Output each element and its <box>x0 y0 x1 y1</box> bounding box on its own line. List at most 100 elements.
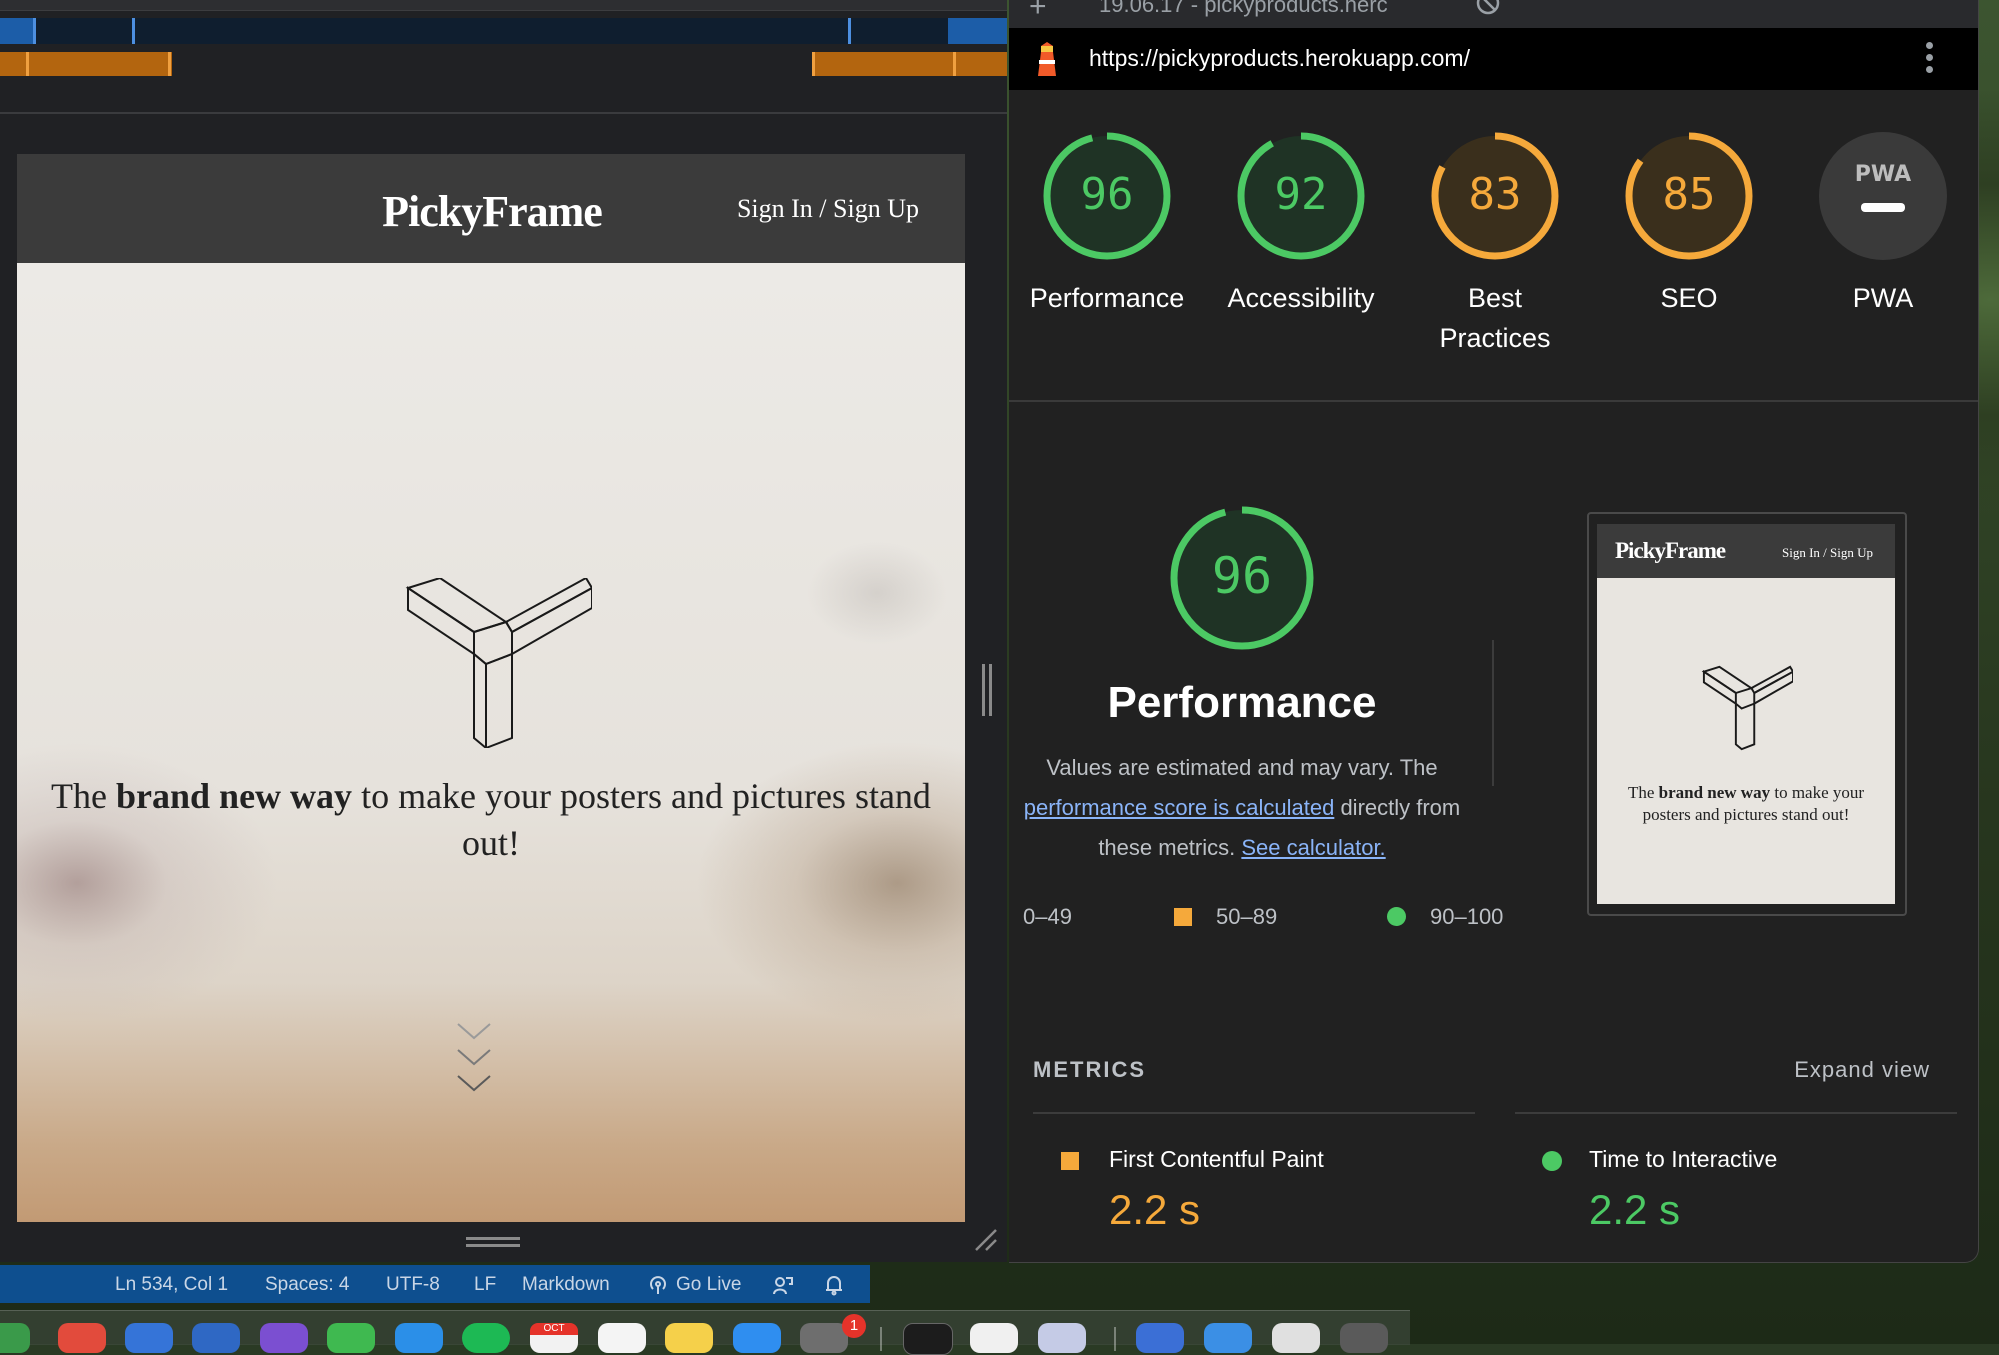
app-icon-slack[interactable] <box>0 1323 30 1353</box>
app-icon-chrome[interactable] <box>58 1323 106 1353</box>
best-practices-gauge[interactable]: 83 <box>1430 131 1560 261</box>
expand-view-toggle[interactable]: Expand view <box>1794 1057 1930 1083</box>
notification-bell-icon[interactable] <box>824 1274 844 1296</box>
hero-tagline: The brand new way to make your posters a… <box>51 776 931 863</box>
final-screenshot[interactable]: PickyFrame Sign In / Sign Up The brand n… <box>1587 512 1907 916</box>
timeline-marker <box>168 52 171 76</box>
app-icon-notes[interactable] <box>665 1323 713 1353</box>
accessibility-gauge[interactable]: 92 <box>1236 131 1366 261</box>
go-live-button[interactable]: Go Live <box>676 1274 741 1296</box>
screenshot-image: PickyFrame Sign In / Sign Up The brand n… <box>1597 524 1895 904</box>
folder-icon[interactable] <box>1204 1323 1252 1353</box>
pane-resize-grip-icon[interactable] <box>981 664 993 716</box>
timeline-marker <box>33 18 36 44</box>
app-icon-messages[interactable] <box>327 1323 375 1353</box>
average-square-icon <box>1061 1152 1079 1170</box>
best-practices-score: 83 <box>1469 169 1522 220</box>
language-mode[interactable]: Markdown <box>522 1274 610 1296</box>
dock-separator <box>880 1327 882 1351</box>
legend-average: 50–89 <box>1174 904 1277 930</box>
app-icon-xcode-folder[interactable] <box>1136 1323 1184 1353</box>
app-icon-reminders[interactable] <box>598 1323 646 1353</box>
metrics-heading: METRICS <box>1033 1057 1146 1082</box>
feedback-icon[interactable] <box>772 1274 794 1296</box>
app-icon-spotify[interactable] <box>462 1323 510 1353</box>
app-icon-app-store[interactable] <box>733 1323 781 1353</box>
lighthouse-icon <box>1038 42 1056 76</box>
accessibility-label: Accessibility <box>1227 283 1375 313</box>
performance-gauge[interactable]: 96 <box>1042 131 1172 261</box>
timeline-network-track[interactable] <box>0 18 1007 44</box>
performance-heading: Performance <box>1107 678 1377 727</box>
lighthouse-report-window: + 19.06.17 - pickyproducts.herc https://… <box>1009 0 1979 1263</box>
timeline-marker <box>953 52 956 76</box>
tti-label: Time to Interactive <box>1589 1146 1778 1172</box>
timeline-bar <box>0 18 36 44</box>
performance-detail-score: 96 <box>1212 547 1272 605</box>
calendar-month-label: OCT <box>530 1323 578 1335</box>
file-encoding[interactable]: UTF-8 <box>386 1274 440 1296</box>
performance-description: Values are estimated and may vary. The p… <box>1023 755 1461 860</box>
document-stack-icon[interactable] <box>1272 1323 1320 1353</box>
line-ending[interactable]: LF <box>474 1274 496 1296</box>
app-icon-xcode[interactable] <box>192 1323 240 1353</box>
editor-statusbar: Ln 534, Col 1 Spaces: 4 UTF-8 LF Markdow… <box>0 1265 870 1303</box>
legend-pass: 90–100 <box>1387 904 1503 930</box>
timeline-marker <box>132 18 135 44</box>
seo-gauge[interactable]: 85 <box>1624 131 1754 261</box>
browser-tab-bar: + 19.06.17 - pickyproducts.herc <box>1009 0 1978 28</box>
new-tab-button[interactable]: + <box>1029 0 1047 24</box>
svg-text:PWA: PWA <box>1855 162 1911 187</box>
legend-fail: 0–49 <box>1023 904 1072 929</box>
metric-divider <box>1033 1112 1475 1114</box>
site-logo[interactable]: PickyFrame <box>257 186 727 237</box>
square-icon <box>1174 908 1192 926</box>
timeline-script-track[interactable] <box>0 52 1007 76</box>
scroll-down-chevrons-icon[interactable] <box>456 1020 492 1100</box>
brand-mark-icon <box>405 578 592 748</box>
tti-value: 2.2 s <box>1589 1186 1681 1233</box>
performance-score: 96 <box>1081 169 1134 220</box>
app-icon-safari[interactable] <box>395 1323 443 1353</box>
block-icon[interactable] <box>1475 0 1501 16</box>
page-url[interactable]: https://pickyproducts.herokuapp.com/ <box>1089 45 1470 72</box>
app-icon-system-preferences[interactable] <box>800 1323 848 1353</box>
score-calculation-link[interactable]: performance score is calculated <box>1024 795 1335 820</box>
best-practices-label: Best Practices <box>1439 283 1551 353</box>
resize-corner-icon[interactable] <box>974 1228 998 1252</box>
app-icon-mail[interactable] <box>125 1323 173 1353</box>
thumb-logo: PickyFrame <box>1615 538 1726 563</box>
bottom-resize-grip-icon[interactable] <box>466 1236 520 1248</box>
macos-dock: OCT <box>0 1310 1410 1355</box>
thumb-signin: Sign In / Sign Up <box>1781 545 1873 560</box>
cursor-position[interactable]: Ln 534, Col 1 <box>115 1274 228 1296</box>
pass-circle-icon <box>1542 1151 1562 1171</box>
broadcast-icon <box>650 1276 666 1294</box>
app-icon-terminal[interactable] <box>903 1323 953 1355</box>
indentation[interactable]: Spaces: 4 <box>265 1274 350 1296</box>
timeline-ruler <box>0 0 1007 11</box>
calculator-link[interactable]: See calculator. <box>1241 835 1385 860</box>
brand-mark-icon <box>1701 665 1793 751</box>
site-header: PickyFrame Sign In / Sign Up <box>17 154 965 263</box>
timeline-bar <box>948 18 1007 44</box>
metric-divider <box>1515 1112 1957 1114</box>
more-options-icon[interactable] <box>1926 42 1934 76</box>
circle-icon <box>1387 907 1406 926</box>
app-icon-calendar[interactable]: OCT <box>530 1323 578 1353</box>
app-icon-preview[interactable] <box>1038 1323 1086 1353</box>
app-icon-gmail[interactable] <box>970 1323 1018 1353</box>
signin-link[interactable]: Sign In / Sign Up <box>737 194 919 224</box>
pwa-badge-icon[interactable]: PWA <box>1818 131 1948 261</box>
tab-title[interactable]: 19.06.17 - pickyproducts.herc <box>1099 0 1388 18</box>
notification-badge: 1 <box>842 1314 866 1338</box>
url-bar: https://pickyproducts.herokuapp.com/ <box>1009 28 1978 90</box>
seo-score: 85 <box>1663 169 1716 220</box>
timeline-marker <box>848 18 851 44</box>
devtools-pane: PickyFrame Sign In / Sign Up The brand n… <box>0 0 1007 1262</box>
trash-icon[interactable] <box>1340 1323 1388 1353</box>
timeline-bar <box>812 52 1007 76</box>
pane-divider <box>0 112 1007 114</box>
app-icon-affinity[interactable] <box>260 1323 308 1353</box>
vertical-divider <box>1492 640 1494 786</box>
